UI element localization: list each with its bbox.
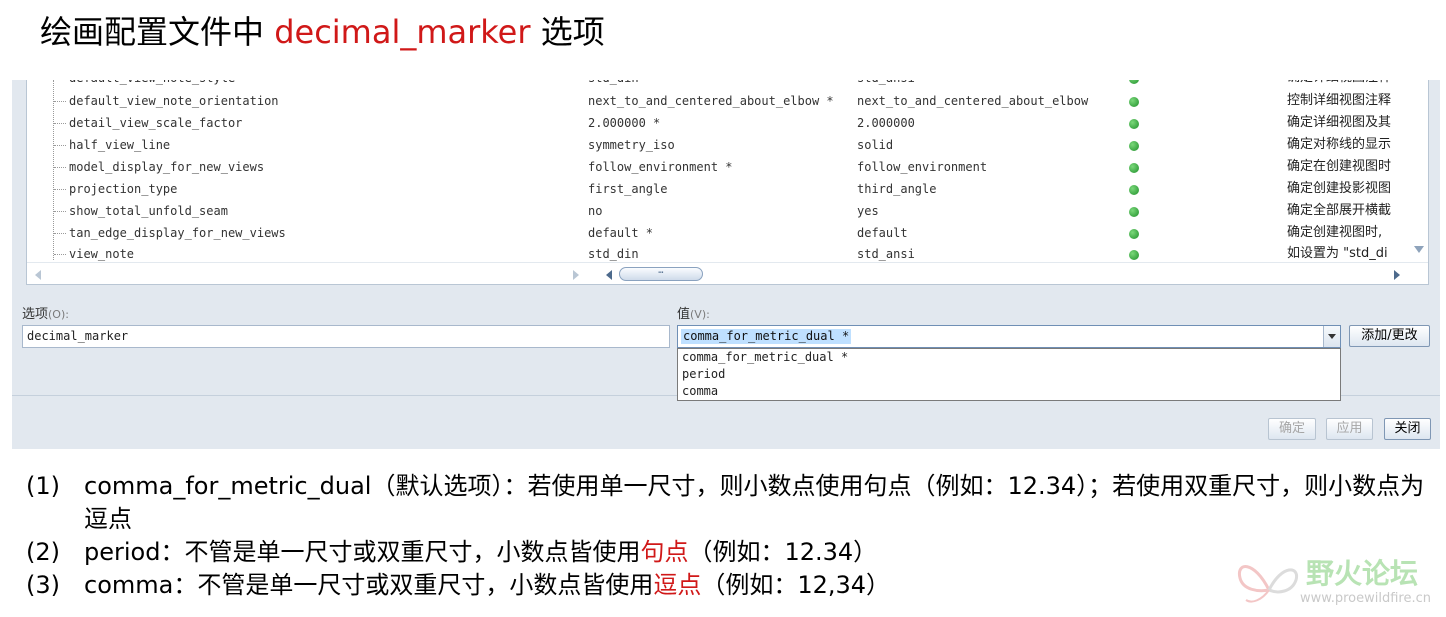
option-default: third_angle xyxy=(857,182,937,196)
list-item: (2) period：不管是单一尺寸或双重尺寸，小数点皆使用句点（例如：12.3… xyxy=(26,536,1436,569)
status-dot-icon xyxy=(1129,119,1139,129)
option-description: 控制详细视图注释 xyxy=(1287,93,1392,108)
option-default: 2.000000 xyxy=(857,116,915,130)
value-select-text: comma_for_metric_dual * xyxy=(681,329,852,344)
note-text-end: （例如：12,34） xyxy=(701,571,891,599)
option-description: 确定创建视图时, xyxy=(1287,225,1383,240)
note-highlight: 逗点 xyxy=(653,571,702,599)
table-row[interactable]: model_display_for_new_views follow_envir… xyxy=(27,156,1428,178)
slide-title: 绘画配置文件中 decimal_marker 选项 xyxy=(40,10,605,54)
list-item: (1) comma_for_metric_dual（默认选项）：若使用单一尺寸，… xyxy=(26,470,1436,536)
chevron-down-icon xyxy=(1328,334,1336,339)
watermark: 野火论坛 www.proewildfire.cn xyxy=(1234,550,1446,617)
scroll-right-arrow-icon[interactable] xyxy=(1394,270,1400,280)
status-dot-icon xyxy=(1129,141,1139,151)
vertical-scrollbar[interactable] xyxy=(1410,80,1428,262)
note-highlight: 句点 xyxy=(640,538,689,566)
option-value: next_to_and_centered_about_elbow * xyxy=(588,94,834,108)
dropdown-option[interactable]: period xyxy=(678,366,1340,383)
option-default: follow_environment xyxy=(857,160,988,174)
table-row[interactable]: tan_edge_display_for_new_views default *… xyxy=(27,222,1428,244)
watermark-name: 野火论坛 xyxy=(1306,557,1419,590)
title-prefix: 绘画配置文件中 xyxy=(40,13,275,51)
option-value: default * xyxy=(588,226,654,240)
list-item: (3) comma：不管是单一尺寸或双重尺寸，小数点皆使用逗点（例如：12,34… xyxy=(26,569,1436,602)
option-input[interactable]: decimal_marker xyxy=(22,325,670,348)
notes-list: (1) comma_for_metric_dual（默认选项）：若使用单一尺寸，… xyxy=(26,470,1436,602)
option-value: std_din xyxy=(588,80,639,89)
option-name: default_view_note_orientation xyxy=(69,94,279,108)
option-value: 2.000000 * xyxy=(588,116,661,130)
scroll-left-arrow-icon[interactable] xyxy=(35,270,41,280)
butterfly-logo-icon xyxy=(1237,565,1299,603)
option-description: 确定全部展开横截 xyxy=(1287,203,1392,218)
ok-button[interactable]: 确定 xyxy=(1268,418,1316,440)
add-change-button[interactable]: 添加/更改 xyxy=(1349,325,1430,347)
status-dot-icon xyxy=(1129,163,1139,173)
option-default: std_ansi xyxy=(857,80,915,89)
option-default: default xyxy=(857,226,908,240)
note-text: comma：不管是单一尺寸或双重尺寸，小数点皆使用 xyxy=(84,571,654,599)
option-value: follow_environment * xyxy=(588,160,733,174)
status-dot-icon xyxy=(1129,185,1139,195)
option-description: 确定详细视图及其 xyxy=(1287,115,1392,130)
status-dot-icon xyxy=(1129,97,1139,107)
option-description: 确定详细视图注释 xyxy=(1287,80,1391,89)
status-dot-icon xyxy=(1129,250,1139,260)
value-select[interactable]: comma_for_metric_dual * xyxy=(677,325,1341,348)
title-suffix: 选项 xyxy=(530,13,605,51)
table-row[interactable]: projection_type first_angle third_angle … xyxy=(27,178,1428,200)
value-label: 值(V): xyxy=(677,307,710,322)
status-dot-icon xyxy=(1129,80,1139,84)
dropdown-toggle-button[interactable] xyxy=(1323,326,1340,347)
option-default: solid xyxy=(857,138,894,152)
close-button[interactable]: 关闭 xyxy=(1384,418,1431,440)
option-name: projection_type xyxy=(69,182,178,196)
scrollbar-thumb[interactable]: ⋯ xyxy=(619,267,703,281)
title-highlight: decimal_marker xyxy=(274,13,531,51)
watermark-url: www.proewildfire.cn xyxy=(1300,591,1431,606)
options-dialog: default_view_note_style std_din std_ansi… xyxy=(12,80,1440,449)
note-text: period：不管是单一尺寸或双重尺寸，小数点皆使用 xyxy=(84,538,641,566)
option-name: model_display_for_new_views xyxy=(69,160,265,174)
status-dot-icon xyxy=(1129,229,1139,239)
option-name: half_view_line xyxy=(69,138,171,152)
option-default: yes xyxy=(857,204,879,218)
note-number: (1) xyxy=(26,472,60,500)
dropdown-option[interactable]: comma xyxy=(678,383,1340,400)
status-dot-icon xyxy=(1129,207,1139,217)
scroll-left-arrow-icon[interactable] xyxy=(606,270,612,280)
scroll-down-arrow-icon[interactable] xyxy=(1414,246,1424,253)
scroll-right-arrow-icon[interactable] xyxy=(573,270,579,280)
table-row[interactable]: show_total_unfold_seam no yes 确定全部展开横截 xyxy=(27,200,1428,222)
option-description: 确定对称线的显示 xyxy=(1287,137,1392,152)
options-table: default_view_note_style std_din std_ansi… xyxy=(26,80,1429,285)
value-dropdown-list: comma_for_metric_dual * period comma xyxy=(677,348,1341,401)
table-row[interactable]: half_view_line symmetry_iso solid 确定对称线的… xyxy=(27,134,1428,156)
option-description: 确定在创建视图时 xyxy=(1287,159,1392,174)
apply-button[interactable]: 应用 xyxy=(1326,418,1373,440)
table-row[interactable]: default_view_note_style std_din std_ansi… xyxy=(27,80,1428,89)
option-value: symmetry_iso xyxy=(588,138,675,152)
note-text: comma_for_metric_dual（默认选项）：若使用单一尺寸，则小数点… xyxy=(84,472,1425,533)
note-text-end: （例如：12.34） xyxy=(688,538,878,566)
option-description: 确定创建投影视图 xyxy=(1287,181,1392,196)
note-number: (2) xyxy=(26,538,60,566)
option-name: show_total_unfold_seam xyxy=(69,204,228,218)
option-default: next_to_and_centered_about_elbow xyxy=(857,94,1089,108)
option-name: detail_view_scale_factor xyxy=(69,116,243,130)
table-row[interactable]: default_view_note_orientation next_to_an… xyxy=(27,90,1428,112)
option-value: no xyxy=(588,204,603,218)
horizontal-scrollbar[interactable]: ⋯ xyxy=(27,262,1428,284)
note-number: (3) xyxy=(26,571,60,599)
option-name: tan_edge_display_for_new_views xyxy=(69,226,286,240)
table-row[interactable]: detail_view_scale_factor 2.000000 * 2.00… xyxy=(27,112,1428,134)
dropdown-option[interactable]: comma_for_metric_dual * xyxy=(678,349,1340,366)
option-label: 选项(O): xyxy=(22,307,69,322)
option-name: default_view_note_style xyxy=(69,80,235,89)
option-value: first_angle xyxy=(588,182,668,196)
